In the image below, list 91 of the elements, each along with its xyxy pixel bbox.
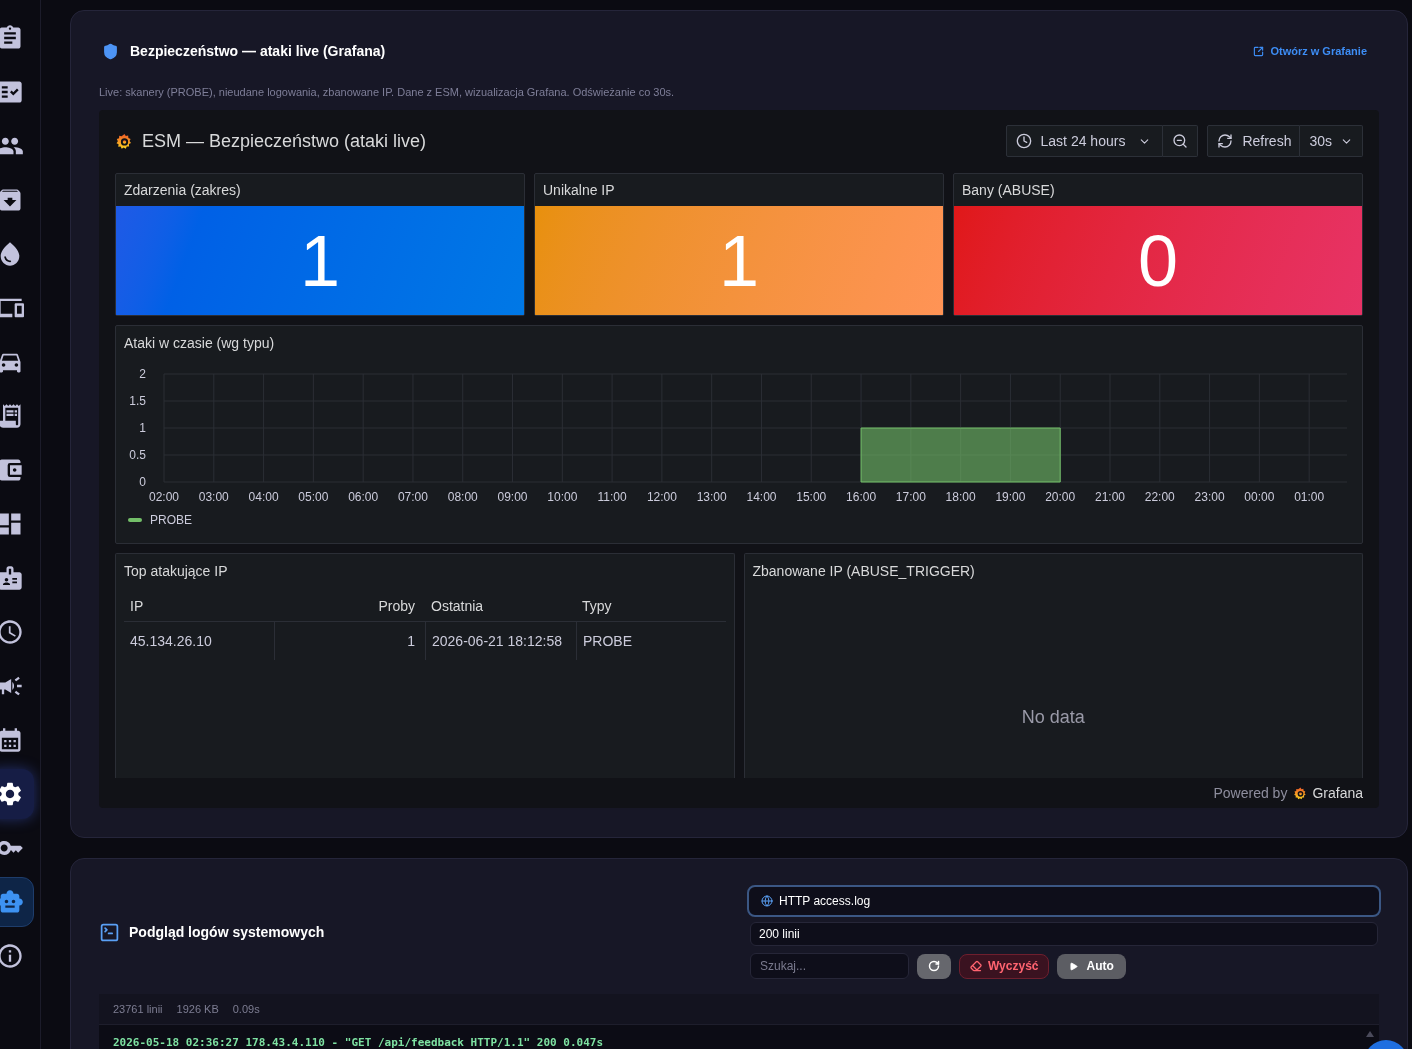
panel-title: Zdarzenia (zakres) <box>123 180 242 200</box>
axis-tick-label: 17:00 <box>895 490 926 504</box>
axis-tick-label: 1 <box>139 421 146 435</box>
zoom-out-button[interactable] <box>1163 125 1199 157</box>
axis-tick-label: 02:00 <box>149 490 179 504</box>
axis-tick-label: 11:00 <box>597 490 627 504</box>
search-field[interactable]: Szukaj... <box>750 953 909 979</box>
axis-tick-label: 03:00 <box>198 490 229 504</box>
globe-icon <box>761 895 773 907</box>
axis-tick-label: 16:00 <box>846 490 877 504</box>
panel-title: Unikalne IP <box>542 180 616 200</box>
card-title: Podgląd logów systemowych <box>129 922 325 942</box>
axis-tick-label: 1.5 <box>129 394 146 408</box>
sidebar-item[interactable] <box>0 877 34 927</box>
empty-state-message: No data <box>1021 706 1085 728</box>
zoom-out-icon <box>1172 133 1189 149</box>
stat-value: 0 <box>1137 224 1178 297</box>
card-description: Live: skanery (PROBE), nieudane logowania, zbanowane IP. Dane z ESM, wizualizacja Grafana. Odświeżanie co 30s. <box>99 85 676 100</box>
refresh-icon <box>928 960 940 972</box>
axis-tick-label: 10:00 <box>547 490 578 504</box>
stat-value: 1 <box>718 224 759 297</box>
calendar-icon <box>0 726 24 754</box>
axis-tick-label: 04:00 <box>248 490 279 504</box>
axis-tick-label: 15:00 <box>796 490 827 504</box>
time-range-picker[interactable]: Last 24 hours <box>1005 125 1164 157</box>
table-header-cell[interactable]: Ostatnia <box>425 592 576 621</box>
external-link-icon <box>1253 45 1265 57</box>
axis-tick-label: 12:00 <box>646 490 677 504</box>
dashboard-title: ESM — Bezpieczeństwo (ataki live) <box>142 129 427 153</box>
eraser-icon <box>970 960 982 972</box>
shield-icon <box>102 41 119 61</box>
refresh-button[interactable]: Refresh <box>1207 125 1301 157</box>
logo-icon <box>1293 785 1309 801</box>
robot-icon <box>0 888 24 916</box>
info-icon <box>0 942 24 970</box>
panel-title: Bany (ABUSE) <box>961 180 1056 200</box>
play-icon <box>1069 961 1079 971</box>
clipboard-icon <box>0 24 24 52</box>
sidebar-item[interactable] <box>0 769 34 819</box>
table-header-cell[interactable]: IP <box>124 592 274 621</box>
axis-tick-label: 18:00 <box>945 490 976 504</box>
panel-title: Zbanowane IP (ABUSE_TRIGGER) <box>751 561 976 581</box>
log-stat: 1926 KB <box>176 1001 219 1017</box>
clock-icon <box>0 618 24 646</box>
axis-tick-label: 07:00 <box>397 490 428 504</box>
receipt-icon <box>0 402 24 430</box>
brand-name: Grafana <box>1312 783 1363 803</box>
table-cell: 1 <box>274 622 425 660</box>
axis-tick-label: 08:00 <box>447 490 478 504</box>
axis-tick-label: 01:00 <box>1294 490 1325 504</box>
table-cell-text: 45.134.26.10 <box>129 631 213 651</box>
stat-value: 1 <box>299 224 340 297</box>
settings-icon <box>0 780 24 808</box>
log-line: 2026-05-18 02:36:27 178.43.4.110 - "GET /api/feedback HTTP/1.1" 200 0.047s <box>113 1036 605 1049</box>
auto-button[interactable]: Auto <box>1057 953 1126 979</box>
clock-icon <box>1015 133 1032 149</box>
axis-tick-label: 14:00 <box>746 490 777 504</box>
refresh-interval-picker[interactable]: 30s <box>1300 125 1363 157</box>
axis-tick-label: 0.5 <box>129 448 146 462</box>
axis-tick-label: 21:00 <box>1095 490 1125 504</box>
lines-select[interactable]: 200 linii <box>750 922 1378 946</box>
axis-tick-label: 20:00 <box>1045 490 1076 504</box>
axis-tick-label: 13:00 <box>696 490 727 504</box>
legend-label[interactable]: PROBE <box>150 511 192 529</box>
card-title: Bezpieczeństwo — ataki live (Grafana) <box>130 41 386 61</box>
axis-tick-label: 05:00 <box>298 490 329 504</box>
refresh-button[interactable] <box>917 953 951 979</box>
axis-tick-label: 22:00 <box>1144 490 1175 504</box>
clear-button[interactable]: Wyczyść <box>959 953 1050 979</box>
axis-tick-label: 2 <box>139 367 146 381</box>
table-header-cell[interactable]: Typy <box>576 592 726 621</box>
panel-title: Ataki w czasie (wg typu) <box>123 333 276 353</box>
refresh-icon <box>1217 133 1234 149</box>
badge-icon <box>0 564 24 592</box>
axis-tick-label: 23:00 <box>1194 490 1225 504</box>
logo-icon <box>115 131 134 151</box>
table-cell: PROBE <box>576 622 726 660</box>
table-header-cell[interactable]: Proby <box>274 592 425 621</box>
axis-tick-label: 09:00 <box>497 490 528 504</box>
log-stat: 0.09s <box>232 1001 260 1017</box>
terminal-icon <box>99 921 120 943</box>
panel-title: Top atakujące IP <box>123 561 229 581</box>
source-select[interactable]: HTTP access.log <box>747 885 1381 917</box>
axis-tick-label: 00:00 <box>1244 490 1275 504</box>
axis-tick-label: 0 <box>139 475 146 489</box>
powered-by-label: Powered by <box>1213 783 1288 803</box>
log-stat: 23761 linii <box>113 1001 163 1017</box>
axis-tick-label: 19:00 <box>995 490 1026 504</box>
table-cell: 2026-06-21 18:12:58 <box>425 622 576 660</box>
axis-tick-label: 06:00 <box>348 490 379 504</box>
open-external-link[interactable]: Otwórz w Grafanie <box>1253 42 1379 60</box>
